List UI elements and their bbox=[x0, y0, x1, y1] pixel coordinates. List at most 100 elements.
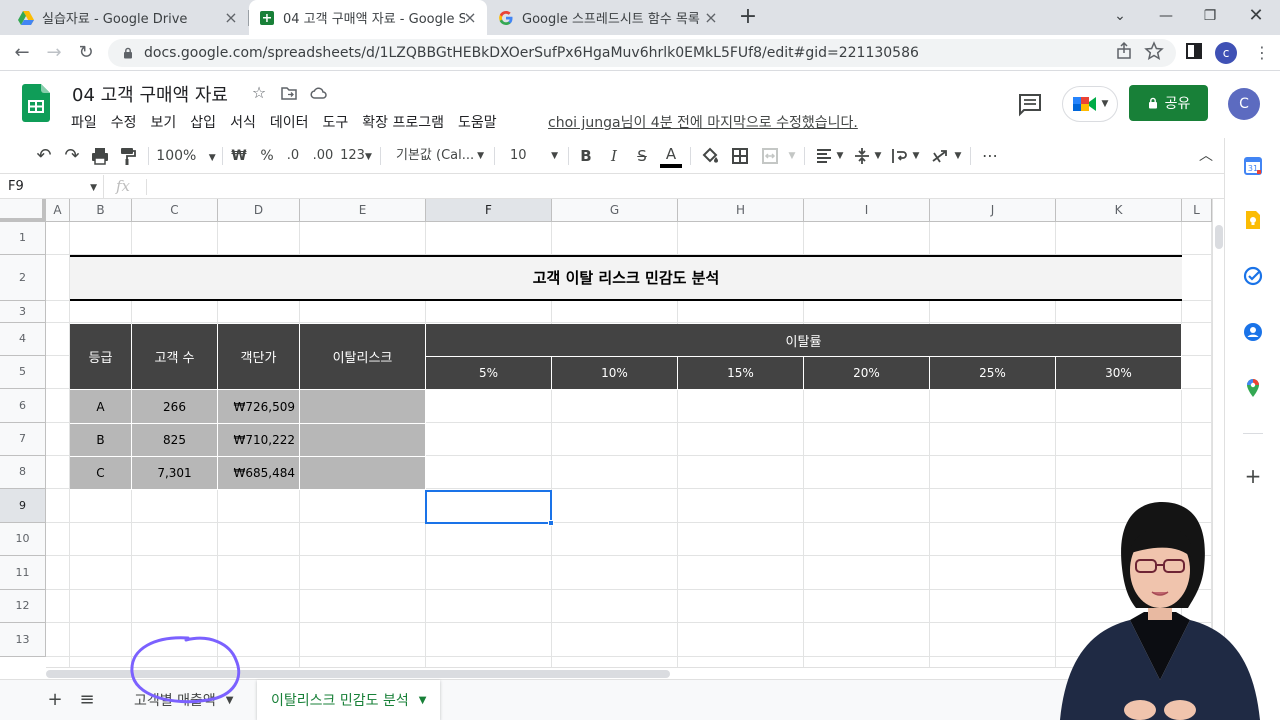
cloud-saved-icon[interactable] bbox=[310, 84, 328, 102]
menu-data[interactable]: 데이터 bbox=[263, 110, 316, 134]
merge-cells-icon[interactable] bbox=[760, 146, 780, 166]
column-header-l[interactable]: L bbox=[1182, 199, 1212, 222]
customers-cell[interactable]: 825 bbox=[132, 424, 218, 457]
chevron-down-icon[interactable]: ▼ bbox=[872, 144, 884, 168]
browser-tab-functions[interactable]: Google 스프레드시트 함수 목록 × bbox=[488, 0, 728, 35]
maps-icon[interactable] bbox=[1243, 378, 1263, 398]
add-addon-icon[interactable]: + bbox=[1243, 466, 1263, 486]
print-icon[interactable] bbox=[90, 146, 110, 166]
row-header-4[interactable]: 4 bbox=[0, 323, 46, 356]
rate-header-cell[interactable]: 25% bbox=[930, 357, 1056, 390]
strikethrough-button[interactable]: S bbox=[632, 144, 652, 168]
paint-format-icon[interactable] bbox=[118, 146, 138, 166]
column-header-i[interactable]: I bbox=[804, 199, 930, 222]
active-cell-selection[interactable] bbox=[425, 490, 554, 526]
bookmark-star-icon[interactable] bbox=[1144, 41, 1164, 61]
browser-tab-sheets[interactable]: 04 고객 구매액 자료 - Google Sh × bbox=[249, 0, 487, 35]
undo-icon[interactable]: ↶ bbox=[32, 144, 56, 168]
menu-edit[interactable]: 수정 bbox=[104, 110, 144, 134]
column-header-c[interactable]: C bbox=[132, 199, 218, 222]
row-header-7[interactable]: 7 bbox=[0, 423, 46, 456]
zoom-select[interactable]: 100% ▼ bbox=[156, 144, 216, 168]
browser-tab-drive[interactable]: 실습자료 - Google Drive × bbox=[0, 0, 248, 35]
collapse-menu-icon[interactable]: ︿ bbox=[1194, 144, 1218, 168]
column-header-k[interactable]: K bbox=[1056, 199, 1182, 222]
profile-avatar[interactable]: c bbox=[1215, 42, 1237, 64]
select-all-corner[interactable] bbox=[0, 199, 46, 222]
row-header-12[interactable]: 12 bbox=[0, 590, 46, 623]
close-icon[interactable]: × bbox=[222, 9, 240, 27]
chevron-down-icon[interactable]: ▼ bbox=[952, 144, 964, 168]
chevron-down-icon[interactable]: ▼ bbox=[834, 144, 846, 168]
rate-header-cell[interactable]: 5% bbox=[426, 357, 552, 390]
back-arrow-icon[interactable]: ← bbox=[10, 41, 34, 65]
more-vert-icon[interactable]: ⋮ bbox=[1250, 41, 1274, 65]
more-formats-button[interactable]: 123▼ bbox=[340, 144, 372, 168]
more-options-icon[interactable]: ⋯ bbox=[978, 144, 1002, 168]
share-button[interactable]: 공유 bbox=[1129, 85, 1208, 121]
header-grade[interactable]: 등급 bbox=[70, 324, 132, 390]
grade-cell[interactable]: B bbox=[70, 424, 132, 457]
fill-handle[interactable] bbox=[548, 520, 554, 526]
sheets-logo-icon[interactable] bbox=[22, 84, 50, 122]
keep-icon[interactable] bbox=[1243, 210, 1263, 230]
menu-extensions[interactable]: 확장 프로그램 bbox=[355, 110, 451, 134]
customers-cell[interactable]: 7,301 bbox=[132, 457, 218, 490]
scrollbar-thumb[interactable] bbox=[1215, 225, 1223, 249]
close-icon[interactable]: × bbox=[702, 9, 720, 27]
text-color-button[interactable]: A bbox=[660, 144, 682, 168]
row-header-1[interactable]: 1 bbox=[0, 222, 46, 255]
menu-file[interactable]: 파일 bbox=[64, 110, 104, 134]
churn-risk-cell[interactable] bbox=[300, 424, 426, 457]
text-rotation-icon[interactable] bbox=[930, 146, 950, 166]
menu-tools[interactable]: 도구 bbox=[315, 110, 355, 134]
restore-button[interactable]: ❐ bbox=[1190, 4, 1230, 28]
column-header-g[interactable]: G bbox=[552, 199, 678, 222]
row-header-6[interactable]: 6 bbox=[0, 389, 46, 423]
side-panel-icon[interactable] bbox=[1184, 41, 1204, 61]
customers-cell[interactable]: 266 bbox=[132, 390, 218, 424]
churn-risk-cell[interactable] bbox=[300, 457, 426, 490]
grade-cell[interactable]: C bbox=[70, 457, 132, 490]
share-page-icon[interactable] bbox=[1114, 41, 1134, 61]
row-header-8[interactable]: 8 bbox=[0, 456, 46, 489]
row-header-2[interactable]: 2 bbox=[0, 255, 46, 301]
avg-price-cell[interactable]: ₩726,509 bbox=[218, 390, 300, 424]
borders-icon[interactable] bbox=[730, 146, 750, 166]
calendar-icon[interactable]: 31 bbox=[1243, 156, 1263, 176]
close-window-button[interactable]: ✕ bbox=[1236, 4, 1276, 28]
text-wrap-icon[interactable] bbox=[890, 146, 910, 166]
name-box[interactable]: F9 ▼ bbox=[0, 175, 104, 199]
rate-header-cell[interactable]: 30% bbox=[1056, 357, 1182, 390]
star-icon[interactable]: ☆ bbox=[250, 84, 268, 102]
sheet-title-cell[interactable]: 고객 이탈 리스크 민감도 분석 bbox=[70, 255, 1182, 301]
tasks-icon[interactable] bbox=[1243, 266, 1263, 286]
bold-button[interactable]: B bbox=[576, 144, 596, 168]
comment-history-icon[interactable] bbox=[1016, 90, 1044, 118]
header-avg-price[interactable]: 객단가 bbox=[218, 324, 300, 390]
chevron-down-icon[interactable]: ▼ bbox=[910, 144, 922, 168]
account-avatar[interactable]: C bbox=[1228, 88, 1260, 120]
url-omnibox[interactable]: docs.google.com/spreadsheets/d/1LZQBBGtH… bbox=[108, 39, 1176, 67]
vertical-align-icon[interactable] bbox=[852, 146, 872, 166]
percent-format-button[interactable]: % bbox=[256, 144, 278, 168]
rate-header-cell[interactable]: 20% bbox=[804, 357, 930, 390]
last-edit-link[interactable]: choi junga님이 4분 전에 마지막으로 수정했습니다. bbox=[548, 112, 858, 132]
forward-arrow-icon[interactable]: → bbox=[42, 41, 66, 65]
churn-risk-cell[interactable] bbox=[300, 390, 426, 424]
menu-view[interactable]: 보기 bbox=[144, 110, 184, 134]
column-header-f[interactable]: F bbox=[426, 199, 552, 222]
sheet-tab-churn-risk[interactable]: 이탈리스크 민감도 분석 ▼ bbox=[257, 680, 441, 720]
italic-button[interactable]: I bbox=[604, 144, 624, 168]
decrease-decimal-button[interactable]: .0 bbox=[282, 144, 304, 168]
font-size-select[interactable]: 10 ▼ bbox=[502, 144, 562, 168]
formula-input[interactable] bbox=[156, 179, 1206, 195]
reload-icon[interactable]: ↻ bbox=[74, 41, 98, 65]
header-customers[interactable]: 고객 수 bbox=[132, 324, 218, 390]
menu-help[interactable]: 도움말 bbox=[451, 110, 504, 134]
all-sheets-menu-icon[interactable]: ≡ bbox=[76, 689, 98, 711]
tab-search-icon[interactable]: ⌄ bbox=[1100, 4, 1140, 28]
add-sheet-button[interactable]: + bbox=[44, 689, 66, 711]
avg-price-cell[interactable]: ₩710,222 bbox=[218, 424, 300, 457]
grade-cell[interactable]: A bbox=[70, 390, 132, 424]
